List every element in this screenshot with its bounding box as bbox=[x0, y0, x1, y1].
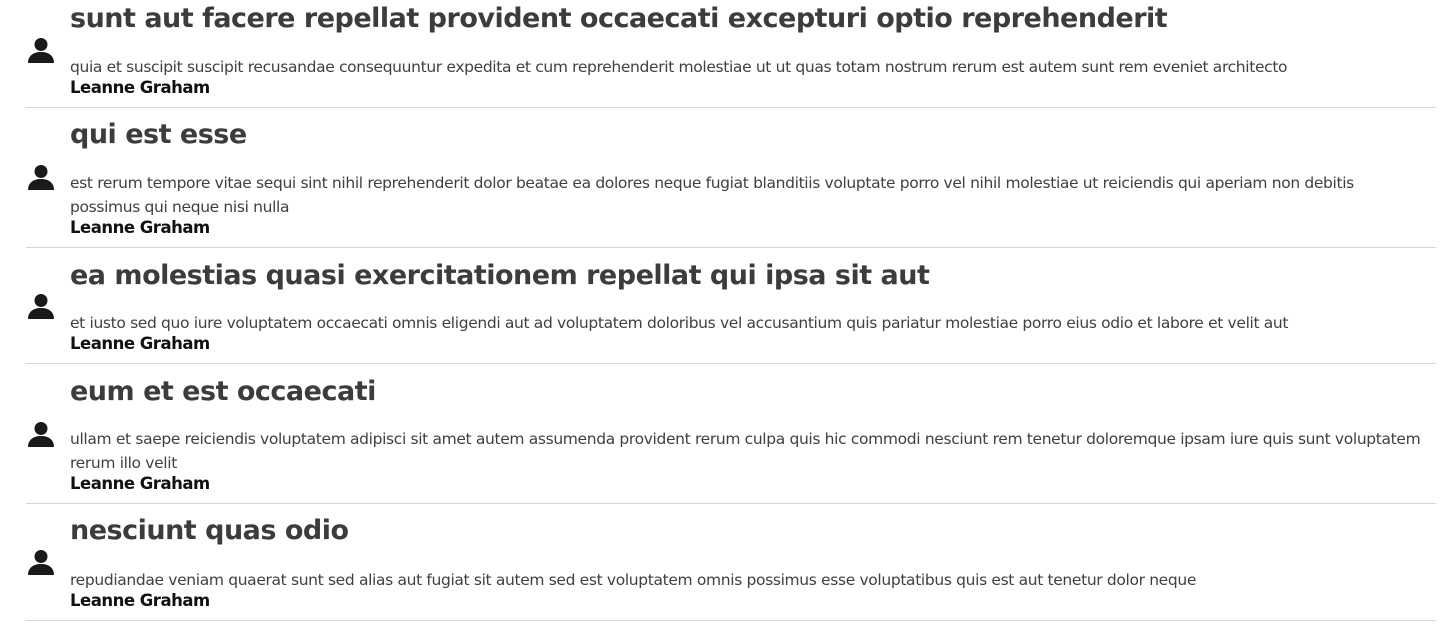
user-icon bbox=[27, 549, 55, 575]
user-icon bbox=[27, 421, 55, 447]
post-author[interactable]: Leanne Graham bbox=[70, 77, 210, 99]
post-item[interactable]: sunt aut facere repellat provident occae… bbox=[26, 0, 1436, 108]
post-item[interactable]: qui est esse est rerum tempore vitae seq… bbox=[26, 108, 1436, 248]
post-title[interactable]: ea molestias quasi exercitationem repell… bbox=[70, 258, 930, 294]
user-icon bbox=[27, 293, 55, 319]
post-body: quia et suscipit suscipit recusandae con… bbox=[70, 58, 1288, 76]
post-author[interactable]: Leanne Graham bbox=[70, 333, 210, 355]
post-title[interactable]: nesciunt quas odio bbox=[70, 513, 349, 549]
post-title[interactable]: eum et est occaecati bbox=[70, 374, 376, 410]
post-item[interactable]: nesciunt quas odio repudiandae veniam qu… bbox=[26, 504, 1436, 621]
user-icon bbox=[27, 37, 55, 63]
post-author[interactable]: Leanne Graham bbox=[70, 590, 210, 612]
post-title[interactable]: sunt aut facere repellat provident occae… bbox=[70, 1, 1168, 37]
user-icon bbox=[27, 164, 55, 190]
post-author[interactable]: Leanne Graham bbox=[70, 217, 210, 239]
post-item[interactable]: eum et est occaecati ullam et saepe reic… bbox=[26, 364, 1436, 504]
post-body: repudiandae veniam quaerat sunt sed alia… bbox=[70, 571, 1197, 589]
post-body: est rerum tempore vitae sequi sint nihil… bbox=[70, 174, 1354, 216]
post-body: ullam et saepe reiciendis voluptatem adi… bbox=[70, 430, 1421, 472]
post-item[interactable]: ea molestias quasi exercitationem repell… bbox=[26, 248, 1436, 364]
post-author[interactable]: Leanne Graham bbox=[70, 473, 210, 495]
post-body: et iusto sed quo iure voluptatem occaeca… bbox=[70, 314, 1289, 332]
post-title[interactable]: qui est esse bbox=[70, 117, 247, 153]
